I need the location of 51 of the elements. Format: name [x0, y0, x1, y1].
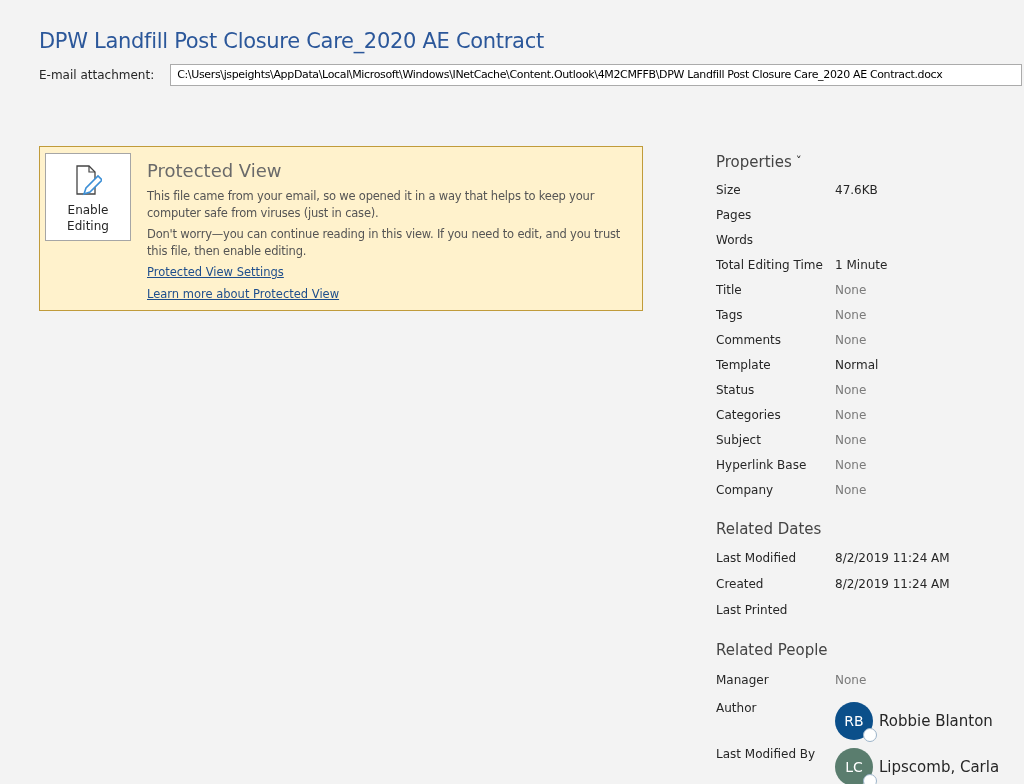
property-value: None [835, 381, 867, 399]
property-value: 8/2/2019 11:24 AM [835, 549, 950, 567]
property-value: None [835, 481, 867, 499]
banner-link[interactable]: Protected View Settings [147, 265, 284, 279]
path-field[interactable]: C:\Users\jspeights\AppData\Local\Microsoft\Windows\INetCache\Content.Outlook\4M2CMFFB\DPW Landfill Post Closure Care_2020 AE Contract.docx [170, 63, 1022, 86]
person-name: Robbie Blanton [879, 710, 993, 732]
property-label: Last Modified [716, 549, 797, 567]
property-value: None [835, 431, 867, 449]
section-heading: Related People [716, 639, 829, 661]
banner-heading: Protected View [147, 159, 283, 183]
document-title: DPW Landfill Post Closure Care_2020 AE Contract [39, 28, 545, 56]
presence-icon [863, 774, 877, 784]
property-label: Subject [716, 431, 762, 449]
banner-message: This file came from your email, so we opened it in a way that helps to keep your computer safe from viruses (just in case). [147, 188, 596, 223]
property-label: Status [716, 381, 756, 399]
enable-editing-button[interactable]: Enable Editing [45, 153, 131, 241]
property-value: 1 Minute [835, 256, 888, 274]
property-label: Pages [716, 206, 753, 224]
property-label: Last Printed [716, 601, 789, 619]
property-value: None [835, 281, 867, 299]
property-label: Total Editing Time [716, 256, 824, 274]
property-label: Template [716, 356, 772, 374]
property-label: Tags [716, 306, 744, 324]
document-pencil-icon [74, 164, 102, 198]
banner-message: Don't worry—you can continue reading in this view. If you need to edit, and you trust this file, then enable editing. [147, 225, 622, 260]
property-label: Company [716, 481, 775, 499]
person-name: Lipscomb, Carla [879, 756, 1000, 778]
property-label: Words [716, 231, 755, 249]
section-heading: Related Dates [716, 519, 823, 540]
caret-icon[interactable]: ˇ [795, 152, 802, 171]
property-value: 8/2/2019 11:24 AM [835, 575, 950, 593]
property-label: Hyperlink Base [716, 456, 808, 474]
property-label: Created [716, 575, 765, 593]
property-value: None [835, 331, 867, 349]
field-label: E-mail attachment: [39, 66, 155, 84]
property-label: Title [716, 281, 743, 299]
property-label: Manager [716, 672, 770, 689]
property-label: Last Modified By [716, 746, 817, 763]
property-label: Author [716, 700, 758, 717]
property-label: Comments [716, 331, 783, 349]
property-value: None [835, 306, 867, 324]
properties-heading: Properties [716, 151, 792, 173]
banner-link[interactable]: Learn more about Protected View [147, 287, 340, 302]
presence-icon [863, 728, 877, 742]
property-value: 47.6KB [835, 181, 878, 199]
property-value: Normal [835, 356, 879, 374]
property-value: None [835, 672, 867, 689]
property-value: None [835, 456, 867, 474]
property-label: Size [716, 181, 742, 199]
property-label: Categories [716, 406, 782, 424]
property-value: None [835, 406, 867, 424]
